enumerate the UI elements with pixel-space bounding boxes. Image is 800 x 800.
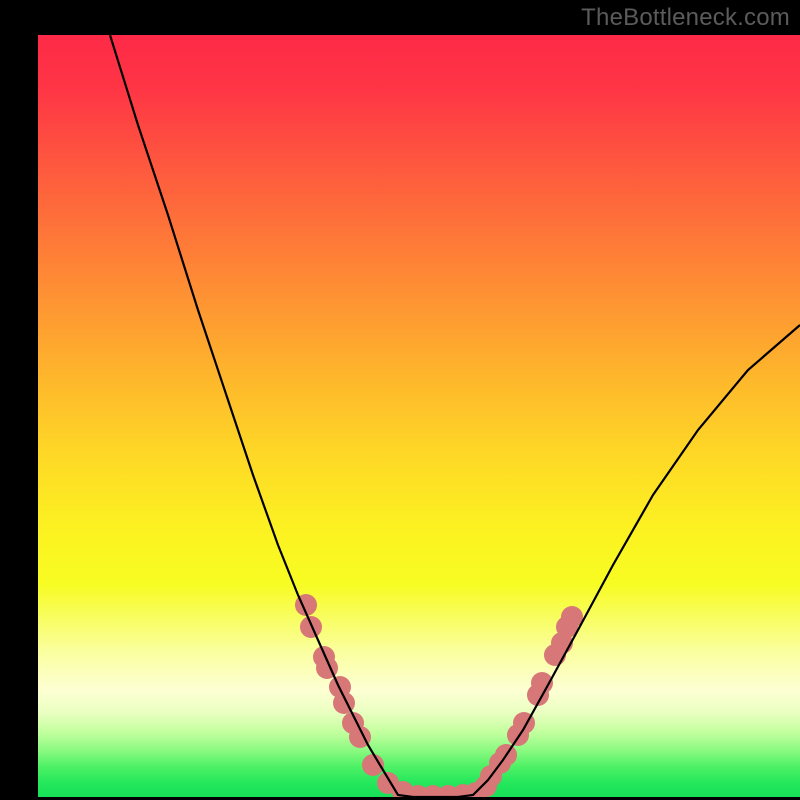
bottleneck-curve [110,35,800,797]
dot-cluster [295,594,583,797]
curve-svg [38,35,800,797]
chart-frame: TheBottleneck.com [0,0,800,800]
watermark-text: TheBottleneck.com [581,4,790,32]
plot-area [38,35,800,797]
data-point-marker [300,616,322,638]
